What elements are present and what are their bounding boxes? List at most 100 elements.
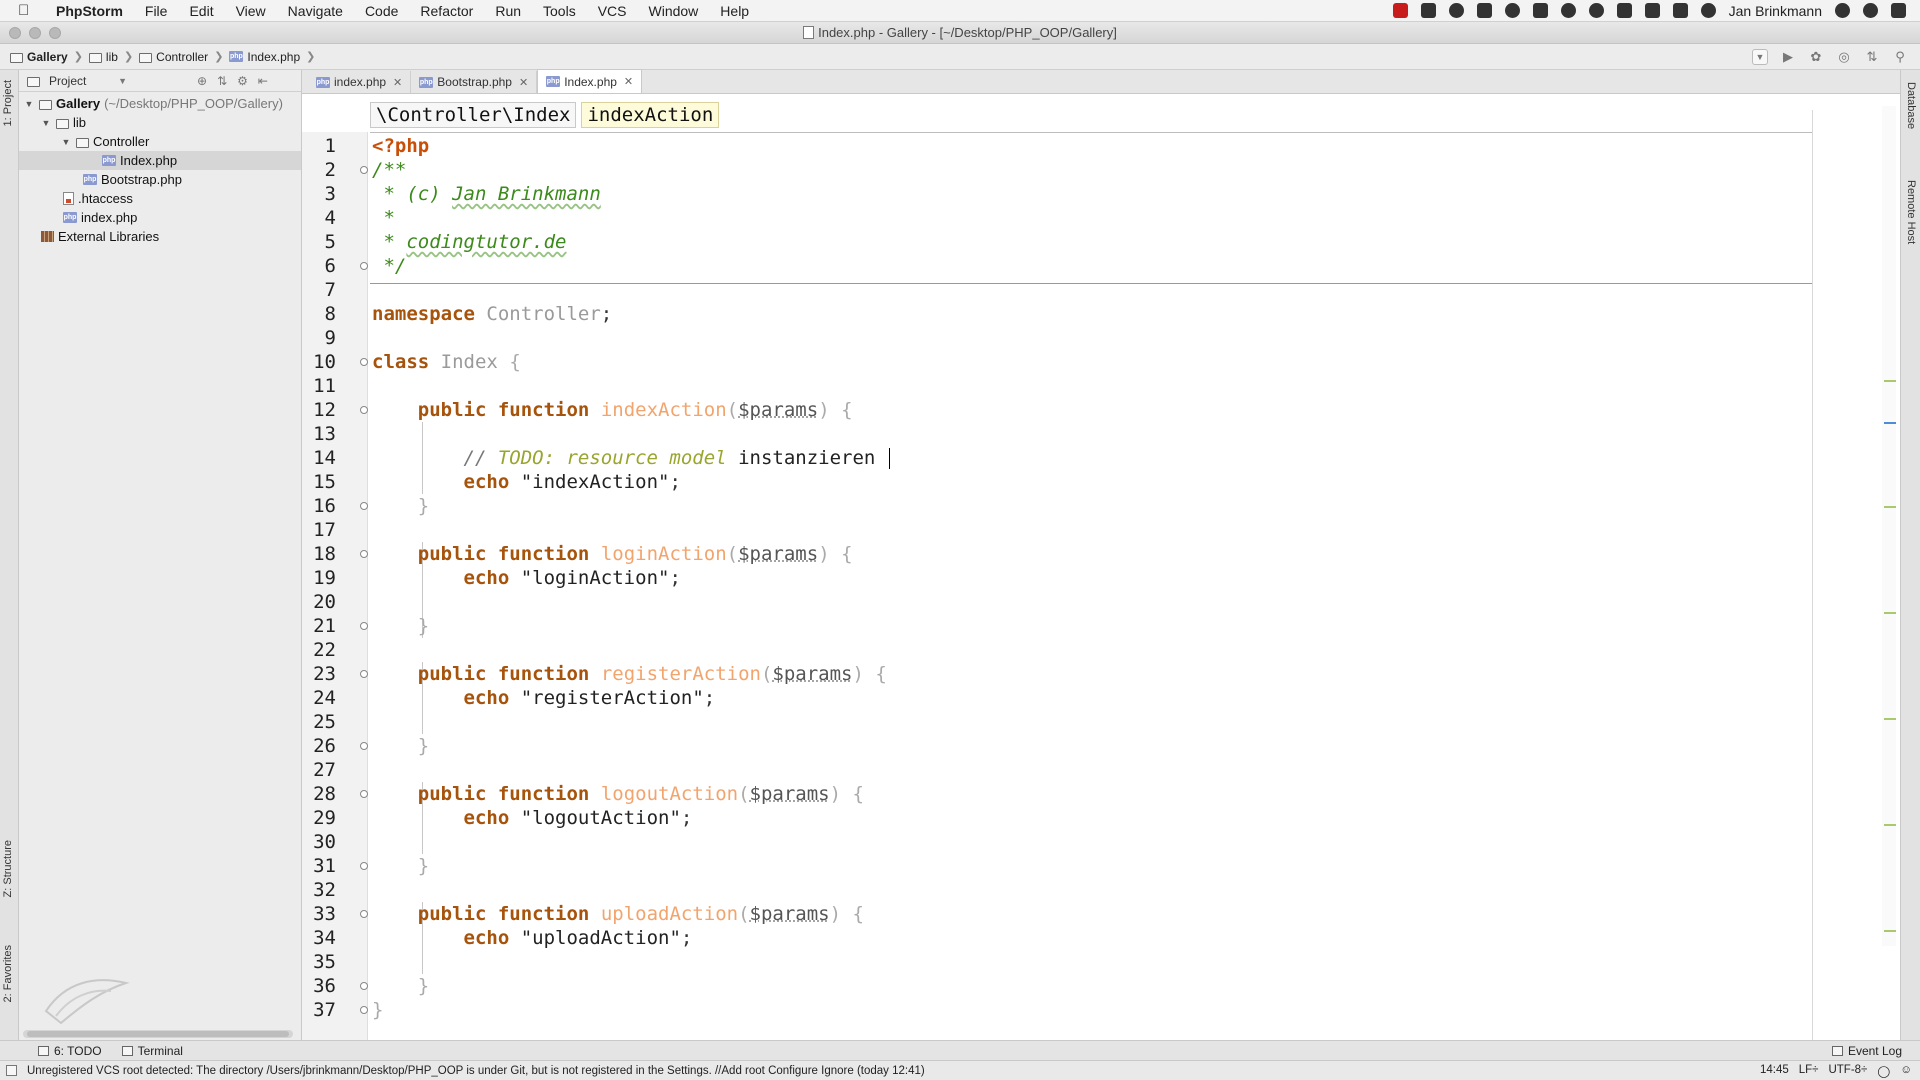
change-marker[interactable]: [1884, 824, 1896, 826]
menu-view[interactable]: View: [225, 3, 277, 19]
fold-icon[interactable]: [360, 1006, 368, 1014]
user-icon[interactable]: [1835, 3, 1850, 18]
tree-item-index-php[interactable]: php Index.php: [19, 151, 301, 170]
caret-position[interactable]: 14:45: [1760, 1064, 1789, 1078]
event-log-tool-tab[interactable]: Event Log: [1822, 1044, 1920, 1058]
run-icon[interactable]: ▶: [1780, 49, 1796, 65]
plus-cross-icon[interactable]: [1476, 3, 1492, 18]
expanded-arrow-icon[interactable]: ▼: [23, 99, 35, 109]
fold-icon[interactable]: [360, 262, 368, 270]
expanded-arrow-icon[interactable]: ▼: [40, 118, 52, 128]
vcs-update-icon[interactable]: ⇅: [1864, 49, 1880, 65]
fold-icon[interactable]: [360, 742, 368, 750]
menu-app-name[interactable]: PhpStorm: [52, 3, 134, 19]
close-tab-icon[interactable]: ✕: [393, 76, 402, 89]
fold-icon[interactable]: [360, 670, 368, 678]
tree-item-index-php-root[interactable]: php index.php: [19, 208, 301, 227]
breadcrumb-gallery[interactable]: Gallery ❯: [10, 50, 89, 64]
breadcrumb-method[interactable]: indexAction: [581, 102, 720, 128]
dropbox-icon[interactable]: [1420, 3, 1436, 18]
breadcrumb-index-php[interactable]: php Index.php ❯: [229, 50, 321, 64]
zoom-window-button[interactable]: [49, 27, 61, 39]
menu-code[interactable]: Code: [354, 3, 409, 19]
user-name[interactable]: Jan Brinkmann: [1729, 3, 1822, 19]
structure-tool-tab[interactable]: Z: Structure: [2, 840, 14, 897]
menu-file[interactable]: File: [134, 3, 179, 19]
tree-item-lib[interactable]: ▼ lib: [19, 113, 301, 132]
hide-panel-icon[interactable]: ⇤: [258, 74, 268, 88]
line-separator[interactable]: LF÷: [1799, 1064, 1819, 1078]
info-icon[interactable]: [1504, 3, 1520, 18]
fold-icon[interactable]: [360, 406, 368, 414]
record-icon[interactable]: [1392, 3, 1408, 18]
tree-item-external-libraries[interactable]: External Libraries: [19, 227, 301, 246]
terminal-tool-tab[interactable]: Terminal: [112, 1044, 193, 1058]
menu-tools[interactable]: Tools: [532, 3, 587, 19]
project-panel-scrollbar[interactable]: [23, 1030, 293, 1038]
caret-marker[interactable]: [1884, 422, 1896, 424]
tab-index-php-controller[interactable]: php Index.php ✕: [537, 69, 643, 93]
database-tool-tab[interactable]: Database: [1905, 82, 1917, 129]
lock-icon[interactable]: ◯: [1877, 1064, 1890, 1078]
menu-run[interactable]: Run: [484, 3, 532, 19]
coverage-icon[interactable]: ◎: [1836, 49, 1852, 65]
breadcrumb-controller[interactable]: Controller ❯: [139, 50, 229, 64]
search-icon[interactable]: ⚲: [1892, 49, 1908, 65]
spotlight-icon[interactable]: [1863, 3, 1878, 18]
tree-item-bootstrap-php[interactable]: php Bootstrap.php: [19, 170, 301, 189]
error-stripe[interactable]: [1882, 106, 1896, 946]
collapse-all-icon[interactable]: ⇅: [217, 74, 227, 88]
project-view-dropdown[interactable]: Project ▼: [27, 74, 127, 88]
change-marker[interactable]: [1884, 506, 1896, 508]
configure-link[interactable]: Configure: [768, 1065, 818, 1077]
debug-icon[interactable]: ✿: [1808, 49, 1824, 65]
close-tab-icon[interactable]: ✕: [519, 76, 528, 89]
bluetooth-icon[interactable]: [1672, 3, 1688, 18]
scrollbar-thumb[interactable]: [27, 1031, 289, 1037]
tab-index-php-root[interactable]: php index.php ✕: [308, 71, 412, 93]
breadcrumb-lib[interactable]: lib ❯: [88, 50, 139, 64]
book-icon[interactable]: [1532, 3, 1548, 18]
scroll-from-source-icon[interactable]: ⊕: [197, 74, 207, 88]
fold-icon[interactable]: [360, 862, 368, 870]
notification-list-icon[interactable]: [1891, 3, 1906, 18]
code-editor[interactable]: \Controller\Index indexAction 1 2 3 4 5 …: [302, 94, 1900, 1040]
tree-item-gallery[interactable]: ▼ Gallery (~/Desktop/PHP_OOP/Gallery): [19, 94, 301, 113]
tree-item-controller[interactable]: ▼ Controller: [19, 132, 301, 151]
breadcrumb-class[interactable]: \Controller\Index: [370, 102, 577, 128]
fold-icon[interactable]: [360, 910, 368, 918]
expanded-arrow-icon[interactable]: ▼: [60, 137, 72, 147]
file-encoding[interactable]: UTF-8÷: [1828, 1064, 1867, 1078]
status-message[interactable]: Unregistered VCS root detected: The dire…: [0, 1065, 925, 1077]
ignore-link[interactable]: Ignore: [821, 1065, 854, 1077]
change-marker[interactable]: [1884, 612, 1896, 614]
change-marker[interactable]: [1884, 930, 1896, 932]
evernote-icon[interactable]: [1588, 3, 1604, 18]
apple-icon[interactable]: : [18, 2, 40, 19]
close-tab-icon[interactable]: ✕: [624, 75, 633, 88]
tree-item-htaccess[interactable]: .htaccess: [19, 189, 301, 208]
change-marker[interactable]: [1884, 718, 1896, 720]
add-root-link[interactable]: Add root: [721, 1065, 764, 1077]
volume-icon[interactable]: [1644, 3, 1660, 18]
menu-navigate[interactable]: Navigate: [277, 3, 354, 19]
menu-help[interactable]: Help: [709, 3, 760, 19]
minimize-window-button[interactable]: [29, 27, 41, 39]
cloud-icon[interactable]: [1560, 3, 1576, 18]
fold-icon[interactable]: [360, 982, 368, 990]
line-number-gutter[interactable]: 1 2 3 4 5 6 7 8 9 10 11 12 13 14 15 16 1…: [302, 132, 368, 1040]
leaf-icon[interactable]: [1448, 3, 1464, 18]
menu-refactor[interactable]: Refactor: [409, 3, 484, 19]
tab-bootstrap-php[interactable]: php Bootstrap.php ✕: [411, 71, 538, 93]
code-area[interactable]: <?php /** * (c) Jan Brinkmann * * coding…: [372, 132, 1812, 1040]
fold-icon[interactable]: [360, 550, 368, 558]
change-marker[interactable]: [1884, 380, 1896, 382]
gear-icon[interactable]: ⚙: [237, 74, 248, 88]
project-tool-tab[interactable]: 1: Project: [2, 80, 14, 126]
remote-host-tool-tab[interactable]: Remote Host: [1905, 180, 1917, 244]
time-machine-icon[interactable]: [1700, 3, 1716, 18]
menu-vcs[interactable]: VCS: [587, 3, 638, 19]
inspector-icon[interactable]: ☺: [1900, 1064, 1912, 1078]
todo-tool-tab[interactable]: 6: TODO: [28, 1044, 112, 1058]
fold-icon[interactable]: [360, 502, 368, 510]
